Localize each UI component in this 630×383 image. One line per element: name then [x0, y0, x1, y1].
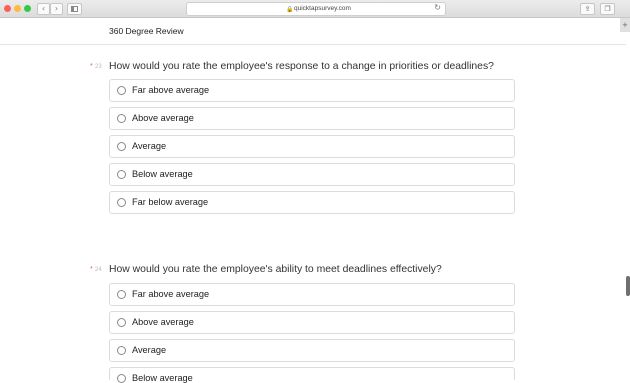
option-below-average[interactable]: Below average	[109, 163, 515, 186]
radio-button[interactable]	[117, 170, 126, 179]
address-bar[interactable]: 🔒 quicktapsurvey.com ↻	[186, 2, 446, 16]
option-far-above-average[interactable]: Far above average	[109, 283, 515, 306]
lock-icon: 🔒	[286, 7, 294, 13]
option-average[interactable]: Average	[109, 339, 515, 362]
scrollbar-thumb[interactable]	[626, 276, 630, 296]
option-label: Average	[132, 345, 167, 355]
required-marker: *	[90, 266, 93, 273]
option-far-above-average[interactable]: Far above average	[109, 79, 515, 102]
radio-button[interactable]	[117, 86, 126, 95]
header-divider	[0, 44, 626, 45]
close-window-button[interactable]	[4, 5, 11, 12]
option-above-average[interactable]: Above average	[109, 107, 515, 130]
reload-icon[interactable]: ↻	[434, 3, 441, 12]
url-host: quicktapsurvey.com	[294, 5, 351, 12]
option-average[interactable]: Average	[109, 135, 515, 158]
option-below-average[interactable]: Below average	[109, 367, 515, 383]
radio-button[interactable]	[117, 198, 126, 207]
option-label: Above average	[132, 113, 194, 123]
share-button[interactable]: ⇪	[580, 3, 595, 15]
required-marker: *	[90, 63, 93, 70]
sidebar-toggle-button[interactable]	[67, 3, 82, 15]
option-label: Above average	[132, 317, 194, 327]
option-label: Average	[132, 141, 167, 151]
back-button[interactable]: ‹	[37, 3, 50, 15]
forward-button[interactable]: ›	[50, 3, 63, 15]
new-tab-button[interactable]: +	[620, 18, 630, 32]
option-label: Below average	[132, 373, 193, 383]
radio-button[interactable]	[117, 374, 126, 383]
radio-button[interactable]	[117, 142, 126, 151]
option-label: Below average	[132, 169, 193, 179]
radio-button[interactable]	[117, 318, 126, 327]
question-text: How would you rate the employee's abilit…	[109, 264, 442, 275]
minimize-window-button[interactable]	[14, 5, 21, 12]
question-number: 24	[95, 267, 102, 273]
tab-overview-button[interactable]: ❐	[600, 3, 615, 15]
question-text: How would you rate the employee's respon…	[109, 61, 494, 72]
option-above-average[interactable]: Above average	[109, 311, 515, 334]
browser-toolbar: ‹ › 🔒 quicktapsurvey.com ↻ ⇪ ❐	[0, 0, 630, 18]
radio-button[interactable]	[117, 346, 126, 355]
option-label: Far above average	[132, 85, 210, 95]
radio-button[interactable]	[117, 114, 126, 123]
zoom-window-button[interactable]	[24, 5, 31, 12]
option-far-below-average[interactable]: Far below average	[109, 191, 515, 214]
option-label: Far above average	[132, 289, 210, 299]
radio-button[interactable]	[117, 290, 126, 299]
survey-title: 360 Degree Review	[109, 26, 184, 36]
option-label: Far below average	[132, 197, 209, 207]
question-number: 23	[95, 64, 102, 70]
